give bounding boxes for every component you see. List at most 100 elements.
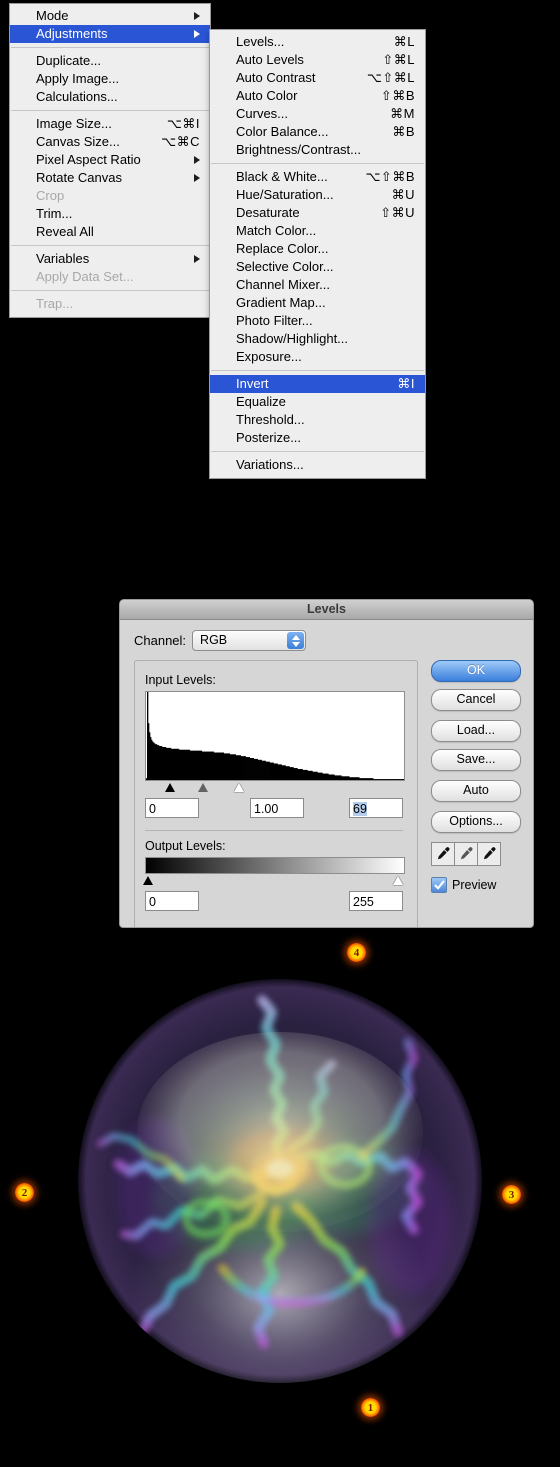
input-gamma-field[interactable]: 1.00	[250, 798, 304, 818]
menu-item-label: Brightness/Contrast...	[236, 142, 361, 157]
input-shadow-slider[interactable]	[165, 783, 175, 792]
save-button[interactable]: Save...	[431, 749, 521, 771]
set-gray-point-eyedropper-icon[interactable]	[455, 843, 478, 865]
menu-item-reveal-all[interactable]: Reveal All	[10, 223, 210, 241]
menu-separator	[11, 110, 209, 111]
menu-separator	[11, 245, 209, 246]
submenu-item-replace-color[interactable]: Replace Color...	[210, 240, 425, 258]
submenu-item-gradient-map[interactable]: Gradient Map...	[210, 294, 425, 312]
menu-item-shortcut: ⌥⌘I	[166, 116, 200, 131]
menu-item-label: Desaturate	[236, 205, 300, 220]
submenu-item-photo-filter[interactable]: Photo Filter...	[210, 312, 425, 330]
histogram-display	[145, 691, 405, 781]
load-button[interactable]: Load...	[431, 720, 521, 742]
callout-marker-2[interactable]: 2	[15, 1183, 34, 1202]
menu-separator	[211, 163, 424, 164]
callout-marker-3[interactable]: 3	[502, 1185, 521, 1204]
menu-item-variables[interactable]: Variables	[10, 250, 210, 268]
submenu-item-selective-color[interactable]: Selective Color...	[210, 258, 425, 276]
input-highlight-slider[interactable]	[234, 783, 244, 792]
submenu-item-auto-levels[interactable]: Auto Levels ⇧⌘L	[210, 51, 425, 69]
ok-button[interactable]: OK	[431, 660, 521, 682]
submenu-item-color-balance[interactable]: Color Balance... ⌘B	[210, 123, 425, 141]
output-shadow-slider[interactable]	[143, 876, 153, 885]
options-button[interactable]: Options...	[431, 811, 521, 833]
submenu-item-equalize[interactable]: Equalize	[210, 393, 425, 411]
submenu-item-threshold[interactable]: Threshold...	[210, 411, 425, 429]
levels-group-box: Input Levels: 0 1.00 69 Output Levels: 0…	[134, 660, 418, 927]
submenu-item-invert[interactable]: Invert ⌘I	[210, 375, 425, 393]
submenu-item-variations[interactable]: Variations...	[210, 456, 425, 474]
menu-item-pixel-aspect-ratio[interactable]: Pixel Aspect Ratio	[10, 151, 210, 169]
menu-item-label: Canvas Size...	[36, 134, 120, 149]
output-slider-track[interactable]	[143, 875, 403, 888]
menu-item-label: Invert	[236, 376, 269, 391]
submenu-item-posterize[interactable]: Posterize...	[210, 429, 425, 447]
levels-dialog[interactable]: Levels Channel: RGB Input Levels: 0 1.00…	[119, 599, 534, 928]
dialog-button-column: OK Cancel Load... Save... Auto Options..…	[431, 660, 521, 893]
submenu-item-curves[interactable]: Curves... ⌘M	[210, 105, 425, 123]
input-slider-track[interactable]	[145, 782, 403, 795]
submenu-item-brightness-contrast[interactable]: Brightness/Contrast...	[210, 141, 425, 159]
menu-item-label: Apply Data Set...	[36, 269, 134, 284]
submenu-item-match-color[interactable]: Match Color...	[210, 222, 425, 240]
input-gamma-slider[interactable]	[198, 783, 208, 792]
cancel-button[interactable]: Cancel	[431, 689, 521, 711]
callout-marker-1[interactable]: 1	[361, 1398, 380, 1417]
menu-item-calculations[interactable]: Calculations...	[10, 88, 210, 106]
submenu-item-black-white[interactable]: Black & White... ⌥⇧⌘B	[210, 168, 425, 186]
submenu-item-auto-color[interactable]: Auto Color ⇧⌘B	[210, 87, 425, 105]
menu-item-label: Auto Contrast	[236, 70, 316, 85]
menu-item-mode[interactable]: Mode	[10, 7, 210, 25]
menu-item-label: Adjustments	[36, 26, 108, 41]
output-highlight-field[interactable]: 255	[349, 891, 403, 911]
preview-checkbox-row[interactable]: Preview	[431, 877, 521, 893]
input-highlight-value: 69	[353, 802, 367, 816]
menu-item-shortcut: ⌘U	[391, 187, 415, 202]
menu-item-rotate-canvas[interactable]: Rotate Canvas	[10, 169, 210, 187]
menu-item-trim[interactable]: Trim...	[10, 205, 210, 223]
dialog-titlebar[interactable]: Levels	[120, 600, 533, 620]
adjustments-submenu[interactable]: Levels... ⌘L Auto Levels ⇧⌘L Auto Contrast ⌥⇧…	[209, 29, 426, 479]
menu-item-label: Variations...	[236, 457, 304, 472]
eyedropper-toolgroup[interactable]	[431, 842, 501, 866]
menu-item-label: Gradient Map...	[236, 295, 326, 310]
menu-item-image-size[interactable]: Image Size... ⌥⌘I	[10, 115, 210, 133]
channel-select[interactable]: RGB	[192, 630, 307, 651]
menu-item-duplicate[interactable]: Duplicate...	[10, 52, 210, 70]
menu-item-label: Trim...	[36, 206, 73, 221]
output-shadow-field[interactable]: 0	[145, 891, 199, 911]
set-white-point-eyedropper-icon[interactable]	[478, 843, 500, 865]
submenu-item-shadow-highlight[interactable]: Shadow/Highlight...	[210, 330, 425, 348]
menu-item-adjustments[interactable]: Adjustments	[10, 25, 210, 43]
submenu-item-channel-mixer[interactable]: Channel Mixer...	[210, 276, 425, 294]
submenu-item-hue-saturation[interactable]: Hue/Saturation... ⌘U	[210, 186, 425, 204]
menu-item-label: Rotate Canvas	[36, 170, 122, 185]
menu-item-label: Apply Image...	[36, 71, 120, 86]
preview-checkbox[interactable]	[431, 877, 447, 893]
submenu-item-desaturate[interactable]: Desaturate ⇧⌘U	[210, 204, 425, 222]
menu-item-shortcut: ⌘L	[393, 34, 415, 49]
menu-item-label: Match Color...	[236, 223, 317, 238]
menu-item-label: Selective Color...	[236, 259, 334, 274]
submenu-item-exposure[interactable]: Exposure...	[210, 348, 425, 366]
channel-row: Channel: RGB	[134, 630, 523, 651]
submenu-item-auto-contrast[interactable]: Auto Contrast ⌥⇧⌘L	[210, 69, 425, 87]
output-highlight-slider[interactable]	[393, 876, 403, 885]
submenu-arrow-icon	[194, 12, 200, 20]
chevron-updown-icon[interactable]	[287, 632, 305, 649]
auto-button[interactable]: Auto	[431, 780, 521, 802]
submenu-item-levels[interactable]: Levels... ⌘L	[210, 33, 425, 51]
input-shadow-field[interactable]: 0	[145, 798, 199, 818]
set-black-point-eyedropper-icon[interactable]	[432, 843, 455, 865]
dialog-title: Levels	[307, 602, 346, 616]
plasma-globe-image	[62, 972, 498, 1390]
image-menu[interactable]: Mode Adjustments Duplicate... Apply Image..…	[9, 3, 211, 318]
menu-item-apply-image[interactable]: Apply Image...	[10, 70, 210, 88]
output-levels-label: Output Levels:	[145, 839, 226, 853]
menu-item-canvas-size[interactable]: Canvas Size... ⌥⌘C	[10, 133, 210, 151]
output-level-fields: 0 255	[145, 891, 403, 913]
menu-item-apply-data-set: Apply Data Set...	[10, 268, 210, 286]
callout-marker-4[interactable]: 4	[347, 943, 366, 962]
input-highlight-field[interactable]: 69	[349, 798, 403, 818]
